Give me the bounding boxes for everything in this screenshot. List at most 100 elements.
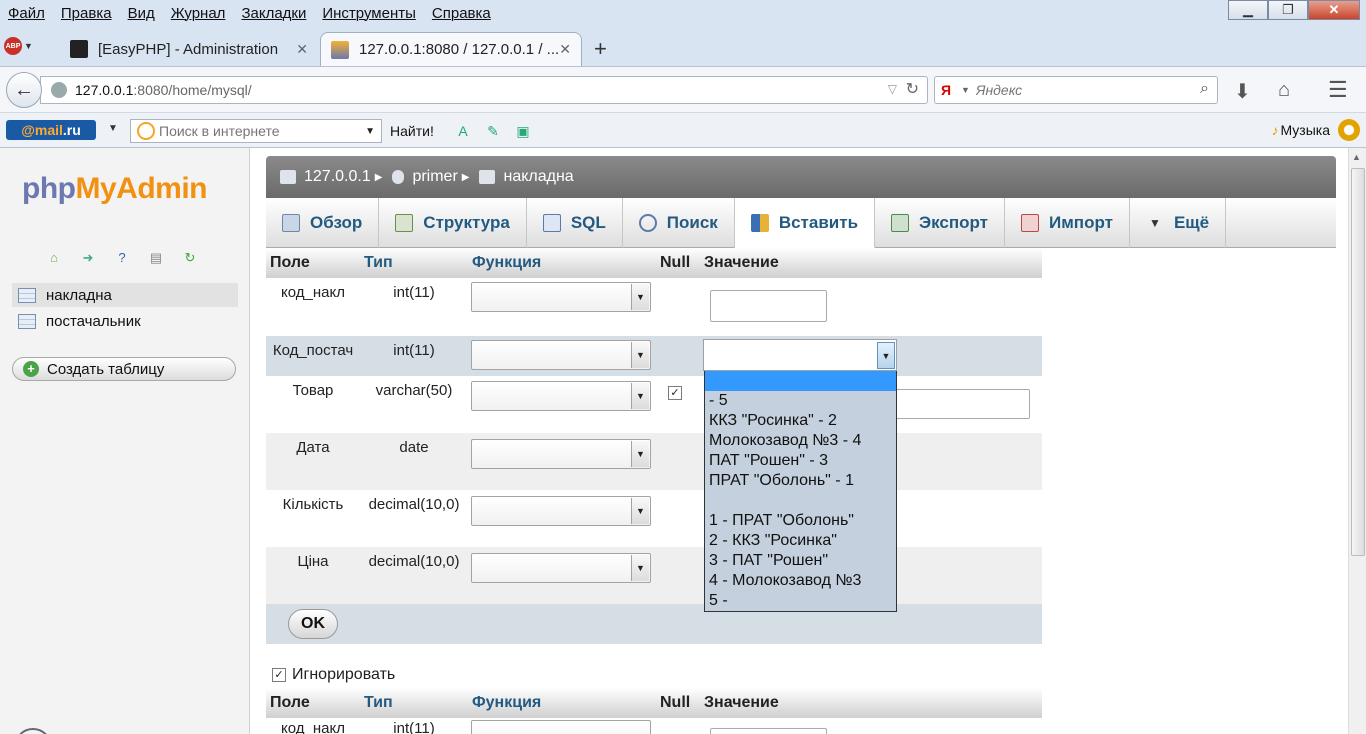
dropdown-option[interactable]: - 5 <box>705 391 896 411</box>
mailru-search-input[interactable] <box>159 123 349 139</box>
menu-edit[interactable]: Правка <box>53 5 120 22</box>
tab-export[interactable]: Экспорт <box>875 198 1006 248</box>
breadcrumb-server[interactable]: 127.0.0.1 <box>304 168 371 186</box>
col-null: Null <box>660 254 691 271</box>
tab-label: Структура <box>423 213 510 232</box>
tab-search[interactable]: Поиск <box>623 198 735 248</box>
logout-icon[interactable]: ➜ <box>78 248 98 268</box>
dropdown-option[interactable]: 1 - ПРАТ "Оболонь" <box>705 511 896 531</box>
address-bar[interactable]: 127.0.0.1:8080/home/mysql/ ▽ ↻ <box>40 76 928 104</box>
ok-button[interactable]: OK <box>288 609 338 639</box>
dropdown-option[interactable]: 2 - ККЗ "Росинка" <box>705 531 896 551</box>
tab-import[interactable]: Импорт <box>1005 198 1130 248</box>
help-icon[interactable]: ? <box>112 248 132 268</box>
home-icon[interactable]: ⌂ <box>44 248 64 268</box>
chevron-down-icon[interactable]: ▼ <box>108 123 118 134</box>
dropdown-option[interactable]: ПАТ "Рошен" - 3 <box>705 451 896 471</box>
dropdown-option[interactable] <box>705 371 896 391</box>
breadcrumb-db[interactable]: primer <box>412 168 457 186</box>
font-size-icon[interactable]: A <box>452 120 474 142</box>
function-select[interactable]: ▼ <box>471 553 651 583</box>
close-tab-icon[interactable]: ✕ <box>559 41 571 58</box>
home-icon[interactable]: ⌂ <box>1278 79 1290 102</box>
chevron-down-icon: ▼ <box>631 284 649 310</box>
tab-easyphp[interactable]: [EasyPHP] - Administration ✕ <box>60 32 318 66</box>
menu-file[interactable]: Файл <box>0 5 53 22</box>
download-icon[interactable]: ⬇ <box>1234 79 1251 104</box>
dropdown-option[interactable]: ККЗ "Росинка" - 2 <box>705 411 896 431</box>
adblock-button[interactable]: ABP ▼ <box>4 37 38 55</box>
back-button[interactable]: ← <box>6 72 42 108</box>
history-dropdown-icon[interactable]: ▽ <box>888 82 897 96</box>
zoom-icon[interactable]: ▣ <box>512 120 534 142</box>
ignore-checkbox[interactable]: ✓ <box>272 668 286 682</box>
minimize-button[interactable]: ▁ <box>1228 0 1268 20</box>
dropdown-option[interactable]: 4 - Молокозавод №3 <box>705 571 896 591</box>
function-select[interactable]: ▼ <box>471 496 651 526</box>
reload-icon[interactable]: ↻ <box>906 79 919 99</box>
menu-bookmarks[interactable]: Закладки <box>233 5 314 22</box>
col-function[interactable]: Функция <box>468 694 656 712</box>
tab-phpmyadmin[interactable]: 127.0.0.1:8080 / 127.0.0.1 / ... ✕ <box>320 32 582 66</box>
dropdown-option[interactable] <box>705 491 896 511</box>
structure-icon <box>395 214 414 232</box>
reload-icon[interactable]: ↻ <box>180 248 200 268</box>
dropdown-option[interactable]: 5 - <box>705 591 896 611</box>
col-function[interactable]: Функция <box>468 254 656 272</box>
field-type: int(11) <box>393 342 435 359</box>
function-select[interactable] <box>471 720 651 734</box>
supplier-select[interactable]: ▼ <box>703 339 897 371</box>
menu-view[interactable]: Вид <box>120 5 163 22</box>
function-select[interactable]: ▼ <box>471 340 651 370</box>
menu-history[interactable]: Журнал <box>163 5 234 22</box>
function-select[interactable]: ▼ <box>471 282 651 312</box>
tab-more[interactable]: ▼ Ещё <box>1130 198 1227 248</box>
dropdown-option[interactable]: Молокозавод №3 - 4 <box>705 431 896 451</box>
value-input[interactable] <box>710 290 827 322</box>
scroll-up-icon[interactable]: ▲ <box>1352 152 1361 162</box>
dropdown-option[interactable]: ПРАТ "Оболонь" - 1 <box>705 471 896 491</box>
music-button[interactable]: ♪ Музыка <box>1271 122 1330 138</box>
search-icon[interactable]: ⌕ <box>1200 80 1209 98</box>
gear-icon[interactable] <box>1338 119 1360 141</box>
breadcrumb-arrow-icon: ▶ <box>374 171 383 183</box>
find-button[interactable]: Найти! <box>390 123 434 139</box>
mailru-logo[interactable]: @mail .ru <box>6 120 96 140</box>
tab-insert[interactable]: Вставить <box>734 198 876 248</box>
tab-browse[interactable]: Обзор <box>266 198 380 248</box>
breadcrumb: 127.0.0.1 ▶ primer ▶ накладна <box>266 156 1336 198</box>
highlight-icon[interactable]: ✎ <box>482 120 504 142</box>
close-window-button[interactable]: ✕ <box>1308 0 1360 20</box>
form-row: Товар varchar(50) ▼ ✓ <box>266 376 1042 433</box>
menu-icon[interactable]: ☰ <box>1328 77 1348 103</box>
search-box[interactable]: Я ▼ ⌕ <box>934 76 1218 104</box>
chevron-down-icon[interactable]: ▼ <box>961 85 970 95</box>
menu-tools[interactable]: Инструменты <box>314 5 424 22</box>
tab-sql[interactable]: SQL <box>527 198 623 248</box>
breadcrumb-table[interactable]: накладна <box>503 168 573 186</box>
maximize-button[interactable]: ❐ <box>1268 0 1308 20</box>
chevron-down-icon[interactable]: ▼ <box>365 126 375 137</box>
sidebar-item-nakladna[interactable]: накладна <box>12 283 238 307</box>
docs-icon[interactable]: ▤ <box>146 248 166 268</box>
function-select[interactable]: ▼ <box>471 439 651 469</box>
search-input[interactable] <box>975 82 1176 98</box>
menu-help[interactable]: Справка <box>424 5 499 22</box>
vertical-scrollbar[interactable]: ▲ <box>1348 148 1366 734</box>
phpmyadmin-logo[interactable]: phpMyAdmin <box>22 172 207 206</box>
null-checkbox[interactable]: ✓ <box>668 386 682 400</box>
sidebar-item-postachalnyk[interactable]: постачальник <box>12 309 238 333</box>
function-select[interactable]: ▼ <box>471 381 651 411</box>
create-table-button[interactable]: + Создать таблицу <box>12 357 236 381</box>
value-input[interactable] <box>710 728 827 734</box>
tab-structure[interactable]: Структура <box>379 198 527 248</box>
dropdown-option[interactable]: 3 - ПАТ "Рошен" <box>705 551 896 571</box>
new-tab-button[interactable]: + <box>594 36 607 62</box>
close-tab-icon[interactable]: ✕ <box>296 41 308 58</box>
col-type[interactable]: Тип <box>360 254 468 272</box>
col-type[interactable]: Тип <box>360 694 468 712</box>
logo-mya: MyAdmin <box>75 172 207 205</box>
mailru-search-box[interactable]: ▼ <box>130 119 382 143</box>
scrollbar-thumb[interactable] <box>1351 168 1365 556</box>
ignore-option[interactable]: ✓ Игнорировать <box>272 666 395 684</box>
